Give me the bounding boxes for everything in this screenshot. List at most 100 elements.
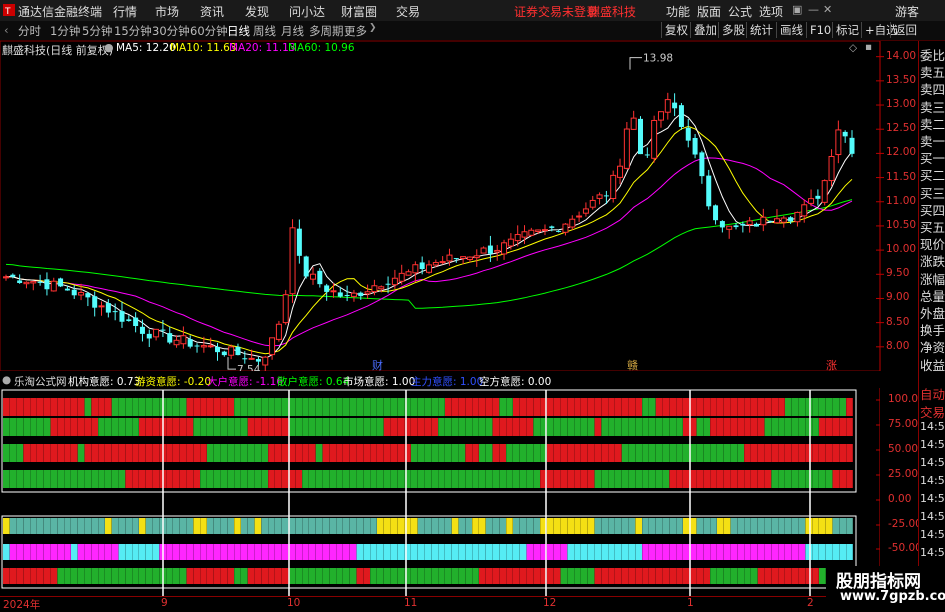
menu-xuanxiang[interactable]: 选项 bbox=[759, 3, 783, 20]
back-arrow-icon[interactable]: ‹ bbox=[4, 23, 9, 37]
indicator-bar bbox=[465, 544, 472, 560]
btn-fuquan[interactable]: 复权 bbox=[661, 22, 691, 38]
btn-back[interactable]: 返回 bbox=[890, 22, 920, 38]
candle bbox=[569, 215, 576, 231]
menu-zixun[interactable]: 资讯 bbox=[200, 3, 224, 20]
candle-body bbox=[706, 175, 712, 207]
candle-body bbox=[50, 280, 57, 292]
high-label: 13.98 bbox=[643, 53, 673, 65]
candle-body bbox=[849, 137, 855, 154]
candle-body bbox=[282, 294, 289, 324]
indicator-bar bbox=[98, 470, 105, 488]
indicator-bar bbox=[689, 518, 697, 534]
guest-label[interactable]: 游客 bbox=[895, 3, 919, 20]
indicator-bar bbox=[662, 470, 670, 488]
menu-jiaoyi[interactable]: 交易 bbox=[396, 3, 420, 20]
menu-faxian[interactable]: 发现 bbox=[245, 3, 269, 20]
sidebar-trade-label[interactable]: 交易 bbox=[920, 402, 945, 421]
ind-tick-label: 75.00 bbox=[888, 418, 919, 430]
indicator-bar bbox=[608, 568, 615, 584]
indicator-bar bbox=[805, 398, 812, 416]
candle-body bbox=[623, 128, 630, 169]
sidebar-quote-label: 买三 bbox=[920, 185, 945, 201]
candle-body bbox=[740, 223, 746, 226]
candle-body bbox=[562, 223, 569, 233]
candle-body bbox=[167, 333, 173, 343]
minimize-icon[interactable]: ▣ bbox=[792, 3, 802, 16]
indicator-bar bbox=[404, 518, 411, 534]
period-weekly[interactable]: 周线 bbox=[253, 23, 276, 39]
indicator-bar bbox=[710, 444, 717, 462]
indicator-bar bbox=[281, 568, 289, 584]
period-60min[interactable]: 60分钟 bbox=[190, 23, 228, 39]
indicator-bar bbox=[798, 568, 806, 584]
btn-huaxian[interactable]: 画线 bbox=[776, 22, 806, 38]
date-2024: 2024年 bbox=[3, 599, 41, 611]
indicator-bar bbox=[492, 398, 500, 416]
indicator-bar bbox=[621, 418, 629, 436]
indicator-bar bbox=[268, 544, 275, 560]
restore-icon[interactable]: — bbox=[808, 3, 819, 16]
menu-shichang[interactable]: 市场 bbox=[155, 3, 179, 20]
btn-biaoji[interactable]: 标记 bbox=[832, 22, 862, 38]
sidebar-trade-label[interactable]: 自动 bbox=[920, 384, 945, 403]
indicator-row bbox=[3, 518, 853, 534]
more-chevron-icon[interactable]: ❯ bbox=[369, 23, 377, 33]
menu-caifuquan[interactable]: 财富圈 bbox=[341, 3, 377, 20]
indicator-bar bbox=[485, 568, 493, 584]
period-more[interactable]: 更多 bbox=[344, 23, 367, 39]
btn-f10[interactable]: F10 bbox=[806, 22, 834, 38]
menu-wenxiaoda[interactable]: 问小达 bbox=[289, 3, 325, 20]
menu-banmian[interactable]: 版面 bbox=[697, 3, 721, 20]
indicator-bar bbox=[730, 398, 738, 416]
indicator-bar bbox=[431, 398, 438, 416]
indicator-bar bbox=[247, 444, 255, 462]
menu-gongshi[interactable]: 公式 bbox=[728, 3, 752, 20]
sidebar-time-label: 14:56 bbox=[920, 438, 945, 451]
indicator-bar bbox=[329, 398, 336, 416]
period-1min[interactable]: 1分钟 bbox=[50, 23, 80, 39]
indicator-bar bbox=[247, 568, 255, 584]
indicator-bar bbox=[370, 518, 377, 534]
indicator-bar bbox=[302, 568, 309, 584]
period-30min[interactable]: 30分钟 bbox=[152, 23, 190, 39]
btn-tongji[interactable]: 统计 bbox=[746, 22, 776, 38]
period-daily[interactable]: 日线 bbox=[227, 23, 250, 39]
close-icon[interactable]: ✕ bbox=[823, 3, 832, 16]
login-notice[interactable]: 证券交易未登录 bbox=[514, 3, 598, 20]
indicator-bar bbox=[363, 544, 370, 560]
indicator-chart[interactable] bbox=[0, 388, 880, 596]
indicator-bar bbox=[547, 470, 554, 488]
indicator-bar bbox=[472, 444, 479, 462]
period-fenshi[interactable]: 分时 bbox=[18, 23, 41, 39]
indicator-bar bbox=[839, 444, 846, 462]
period-monthly[interactable]: 月线 bbox=[281, 23, 304, 39]
period-15min[interactable]: 15分钟 bbox=[114, 23, 152, 39]
indicator-bar bbox=[846, 544, 853, 560]
indicator-bar bbox=[587, 418, 595, 436]
candle bbox=[623, 121, 630, 170]
indicator-settings-icon[interactable]: ● bbox=[2, 374, 11, 386]
candle-body bbox=[487, 245, 493, 254]
indicator-bar bbox=[220, 398, 228, 416]
period-5min[interactable]: 5分钟 bbox=[82, 23, 112, 39]
candle bbox=[303, 255, 309, 279]
candlestick-chart[interactable]: 13.98 7.54 财 赣 涨 bbox=[0, 41, 918, 371]
period-multi[interactable]: 多周期 bbox=[309, 23, 344, 39]
indicator-bar bbox=[411, 470, 418, 488]
indicator-bar bbox=[370, 568, 377, 584]
indicator-bar bbox=[757, 418, 765, 436]
menu-gongneng[interactable]: 功能 bbox=[666, 3, 690, 20]
indicator-row bbox=[3, 444, 853, 462]
candle-body bbox=[473, 255, 480, 259]
btn-duogu[interactable]: 多股 bbox=[718, 22, 748, 38]
indicator-bar bbox=[825, 418, 833, 436]
candle-body bbox=[767, 220, 773, 222]
indicator-bar bbox=[152, 544, 160, 560]
btn-diejia[interactable]: 叠加 bbox=[690, 22, 720, 38]
candle-body bbox=[753, 223, 759, 227]
indicator-bar bbox=[23, 398, 30, 416]
indicator-bar bbox=[785, 518, 792, 534]
indicator-bar bbox=[349, 518, 357, 534]
menu-hangqing[interactable]: 行情 bbox=[113, 3, 137, 20]
